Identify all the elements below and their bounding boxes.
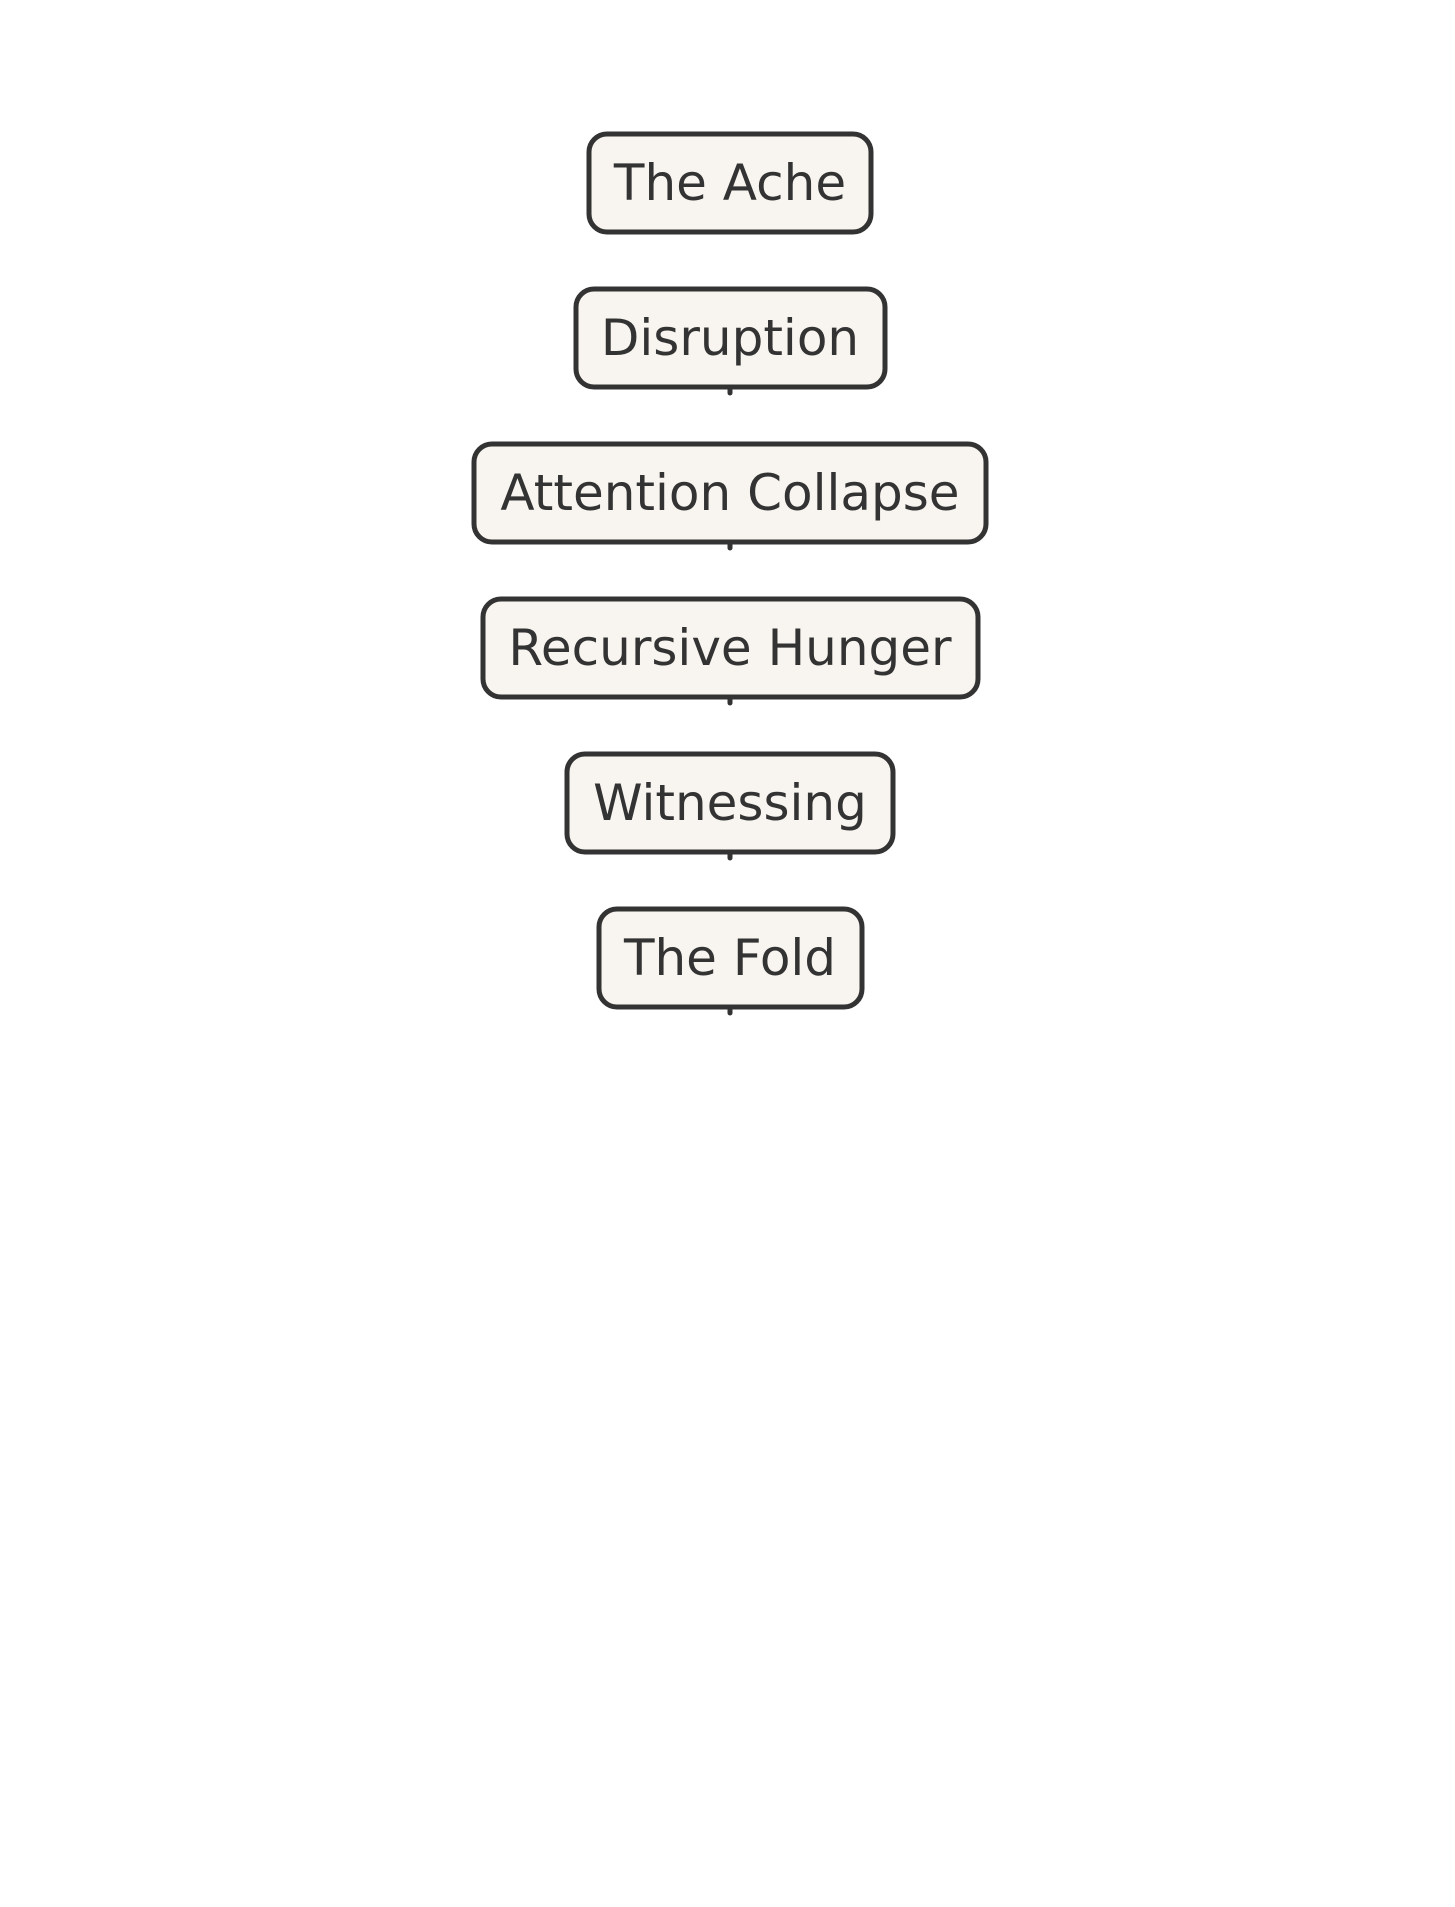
node-disruption: Disruption	[573, 286, 888, 396]
node-label: The Ache	[613, 154, 846, 212]
node-label: Witnessing	[593, 774, 867, 832]
node-the-fold: The Fold	[596, 906, 865, 1016]
flow-diagram: The Ache Disruption Attention Collapse R…	[471, 131, 989, 1016]
node-label: Recursive Hunger	[508, 619, 952, 677]
node-the-ache: The Ache	[586, 131, 874, 235]
node-recursive-hunger: Recursive Hunger	[480, 596, 981, 706]
node-attention-collapse: Attention Collapse	[471, 441, 989, 551]
node-witnessing: Witnessing	[564, 751, 896, 861]
node-label: Disruption	[601, 309, 859, 367]
node-label: Attention Collapse	[500, 464, 959, 522]
node-label: The Fold	[623, 929, 836, 987]
